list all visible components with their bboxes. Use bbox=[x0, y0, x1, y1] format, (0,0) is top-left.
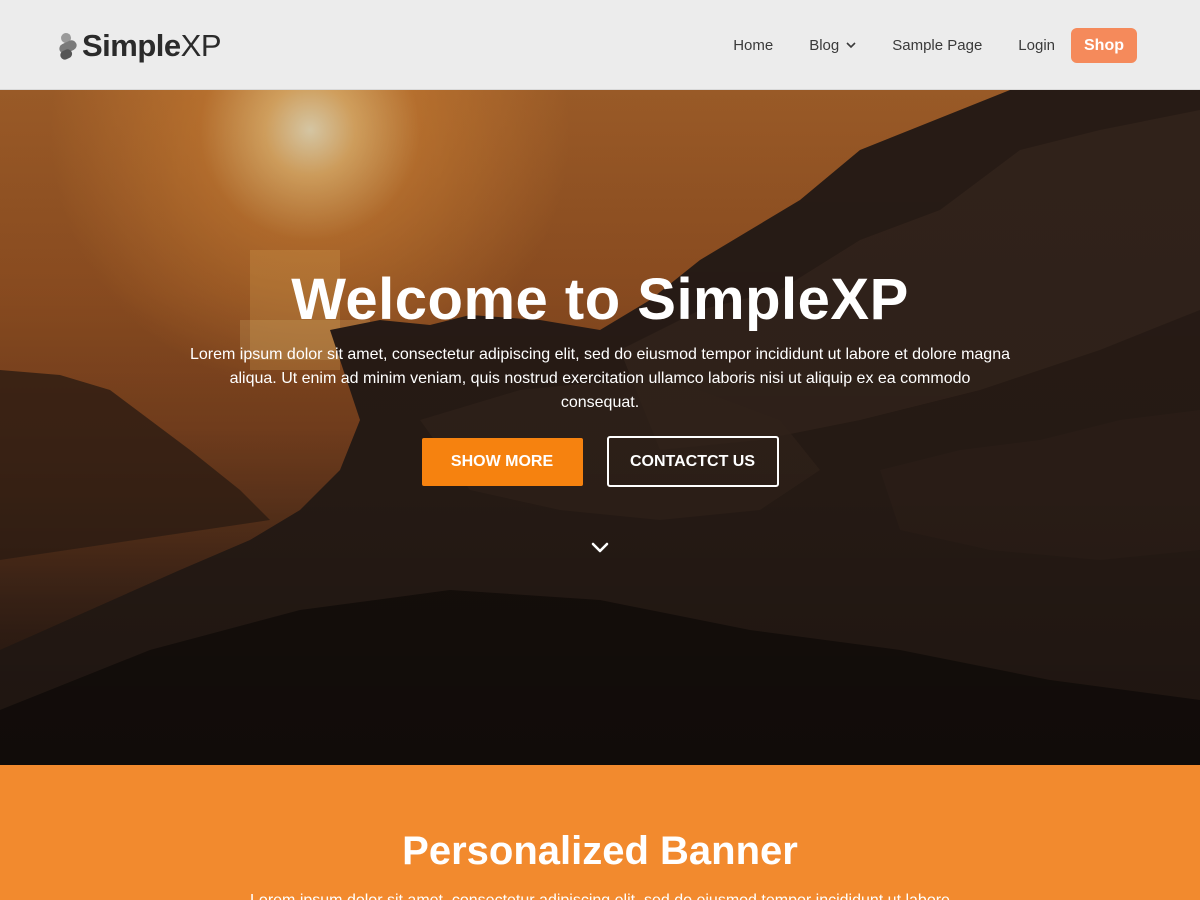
hero-overlay bbox=[0, 90, 1200, 765]
nav-item-login[interactable]: Login bbox=[1018, 37, 1055, 54]
contact-us-button[interactable]: CONTACTCT US bbox=[606, 436, 779, 487]
site-header: Simple XP Home Blog Sample Page Login Sh… bbox=[0, 0, 1200, 90]
nav-item-label: Home bbox=[733, 37, 774, 54]
hero-title: Welcome to SimpleXP bbox=[291, 267, 909, 332]
site-logo[interactable]: Simple XP bbox=[58, 28, 222, 64]
banner-title: Personalized Banner bbox=[402, 829, 798, 873]
nav-item-home[interactable]: Home bbox=[733, 37, 773, 54]
main-nav: Home Blog Sample Page Login Shop bbox=[733, 28, 1137, 63]
chevron-down-icon[interactable] bbox=[590, 540, 610, 556]
nav-item-sample-page[interactable]: Sample Page bbox=[892, 37, 982, 54]
chevron-down-icon bbox=[846, 42, 856, 49]
hero-buttons: SHOW MORE CONTACTCT US bbox=[0, 436, 1200, 487]
nav-item-label: Blog bbox=[809, 37, 840, 54]
hero-description: Lorem ipsum dolor sit amet, consectetur … bbox=[190, 346, 1010, 411]
banner-description: Lorem ipsum dolor sit amet, consectetur … bbox=[190, 889, 1010, 900]
nav-item-label: Sample Page bbox=[892, 37, 983, 54]
hero-section: Welcome to SimpleXP Lorem ipsum dolor si… bbox=[0, 90, 1200, 765]
logo-mark-icon bbox=[59, 33, 77, 60]
logo-text-bold: Simple bbox=[82, 28, 181, 63]
personalized-banner-section: Personalized Banner Lorem ipsum dolor si… bbox=[0, 765, 1200, 900]
shop-button[interactable]: Shop bbox=[1071, 28, 1137, 63]
nav-item-label: Login bbox=[1018, 37, 1055, 54]
show-more-button[interactable]: SHOW MORE bbox=[421, 438, 583, 486]
logo-text-light: XP bbox=[180, 28, 222, 63]
nav-item-blog[interactable]: Blog bbox=[809, 37, 856, 54]
